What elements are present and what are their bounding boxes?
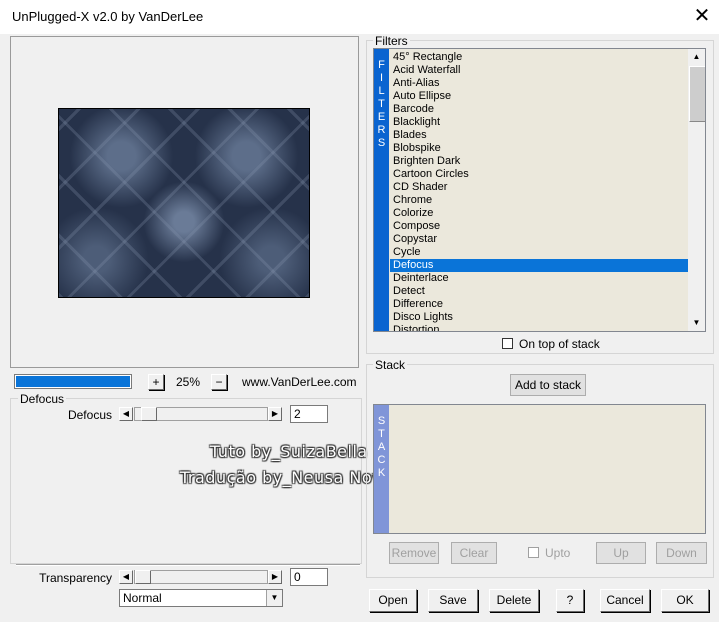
close-icon[interactable]: ✕ [690, 5, 714, 29]
ok-button[interactable]: OK [661, 589, 709, 612]
website-link[interactable]: www.VanDerLee.com [242, 375, 357, 389]
watermark-line-1: Tuto by_SuizaBella [210, 442, 368, 461]
defocus-label: Defocus [67, 408, 112, 422]
filters-side-bar: FILTERS [374, 49, 389, 331]
filter-list-item[interactable]: Copystar [390, 233, 690, 246]
defocus-decrease-button[interactable]: ◀ [119, 407, 133, 421]
scroll-down-icon[interactable]: ▼ [688, 315, 705, 331]
remove-button[interactable]: Remove [389, 542, 439, 564]
filter-list-item[interactable]: Detect [390, 285, 690, 298]
window-title: UnPlugged-X v2.0 by VanDerLee [12, 9, 204, 24]
chevron-down-icon[interactable]: ▼ [266, 590, 282, 606]
filter-list-item[interactable]: Disco Lights [390, 311, 690, 324]
transparency-slider-thumb[interactable] [135, 570, 151, 584]
filter-list-item[interactable]: Blobspike [390, 142, 690, 155]
transparency-decrease-button[interactable]: ◀ [119, 570, 133, 584]
transparency-increase-button[interactable]: ▶ [268, 570, 282, 584]
blend-mode-value: Normal [123, 591, 162, 605]
filter-list-item[interactable]: Brighten Dark [390, 155, 690, 168]
stack-bar-letter: A [377, 441, 386, 453]
filter-list-item[interactable]: Blacklight [390, 116, 690, 129]
add-to-stack-button[interactable]: Add to stack [510, 374, 586, 396]
filter-list-item[interactable]: Deinterlace [390, 272, 690, 285]
open-button[interactable]: Open [369, 589, 417, 612]
transparency-slider-track[interactable] [134, 570, 268, 584]
filter-list-item[interactable]: Barcode [390, 103, 690, 116]
filter-list-item[interactable]: Defocus [390, 259, 690, 272]
save-button[interactable]: Save [428, 589, 478, 612]
down-button[interactable]: Down [656, 542, 707, 564]
defocus-value-field[interactable]: 2 [290, 405, 328, 423]
filters-list[interactable]: FILTERS 45° Rectangle Acid Waterfall Anti-… [373, 48, 706, 332]
clear-button[interactable]: Clear [451, 542, 497, 564]
scroll-up-icon[interactable]: ▲ [688, 49, 705, 65]
filter-list-item[interactable]: Acid Waterfall [390, 64, 690, 77]
filter-list-item[interactable]: Chrome [390, 194, 690, 207]
filter-list-item[interactable]: Cycle [390, 246, 690, 259]
stack-bar-letter: C [377, 454, 386, 466]
help-button[interactable]: ? [556, 589, 584, 612]
filters-bar-letter: I [379, 72, 384, 84]
filter-list-item[interactable]: Distortion [390, 324, 690, 331]
filters-bar-letter: R [377, 124, 386, 136]
filters-bar-letter: S [377, 137, 386, 149]
on-top-of-stack-checkbox[interactable] [502, 338, 513, 349]
filter-list-item[interactable]: CD Shader [390, 181, 690, 194]
on-top-of-stack-label: On top of stack [519, 337, 600, 351]
upto-checkbox[interactable] [528, 547, 539, 558]
zoom-in-button[interactable]: + [148, 374, 164, 390]
filter-list-item[interactable]: Compose [390, 220, 690, 233]
divider [16, 564, 360, 566]
stack-bar-letter: S [377, 415, 386, 427]
filter-items: 45° Rectangle Acid Waterfall Anti-Alias Aut… [390, 51, 690, 331]
preview-image[interactable] [58, 108, 310, 298]
filters-scrollbar[interactable]: ▲ ▼ [688, 49, 705, 331]
stack-list[interactable]: STACK [373, 404, 706, 534]
stack-bar-letter: T [378, 428, 385, 440]
stack-bar-letter: K [377, 467, 386, 479]
filters-bar-letter: E [377, 111, 386, 123]
blend-mode-select[interactable]: Normal ▼ [119, 589, 283, 607]
stack-group-label: Stack [373, 358, 408, 372]
filter-list-item[interactable]: Anti-Alias [390, 77, 690, 90]
defocus-slider-thumb[interactable] [141, 407, 157, 421]
filter-list-item[interactable]: Difference [390, 298, 690, 311]
delete-button[interactable]: Delete [489, 589, 539, 612]
zoom-out-button[interactable]: − [211, 374, 227, 390]
filters-bar-letter: L [378, 85, 385, 97]
filters-bar-letter: T [378, 98, 385, 110]
cancel-button[interactable]: Cancel [600, 589, 650, 612]
filter-list-item[interactable]: Blades [390, 129, 690, 142]
filter-list-item[interactable]: Cartoon Circles [390, 168, 690, 181]
progress-bar [14, 374, 132, 389]
parameters-group-label: Defocus [18, 392, 67, 406]
transparency-value-field[interactable]: 0 [290, 568, 328, 586]
upto-label: Upto [545, 546, 571, 560]
progress-fill [16, 376, 130, 387]
filter-list-item[interactable]: Auto Ellipse [390, 90, 690, 103]
filters-group-label: Filters [373, 34, 410, 48]
filters-bar-letter: F [378, 59, 385, 71]
up-button[interactable]: Up [596, 542, 646, 564]
stack-side-bar: STACK [374, 405, 389, 533]
scroll-thumb[interactable] [689, 66, 705, 122]
transparency-label: Transparency [39, 571, 112, 585]
zoom-level: 25% [175, 375, 201, 389]
filter-list-item[interactable]: Colorize [390, 207, 690, 220]
filter-list-item[interactable]: 45° Rectangle [390, 51, 690, 64]
defocus-increase-button[interactable]: ▶ [268, 407, 282, 421]
